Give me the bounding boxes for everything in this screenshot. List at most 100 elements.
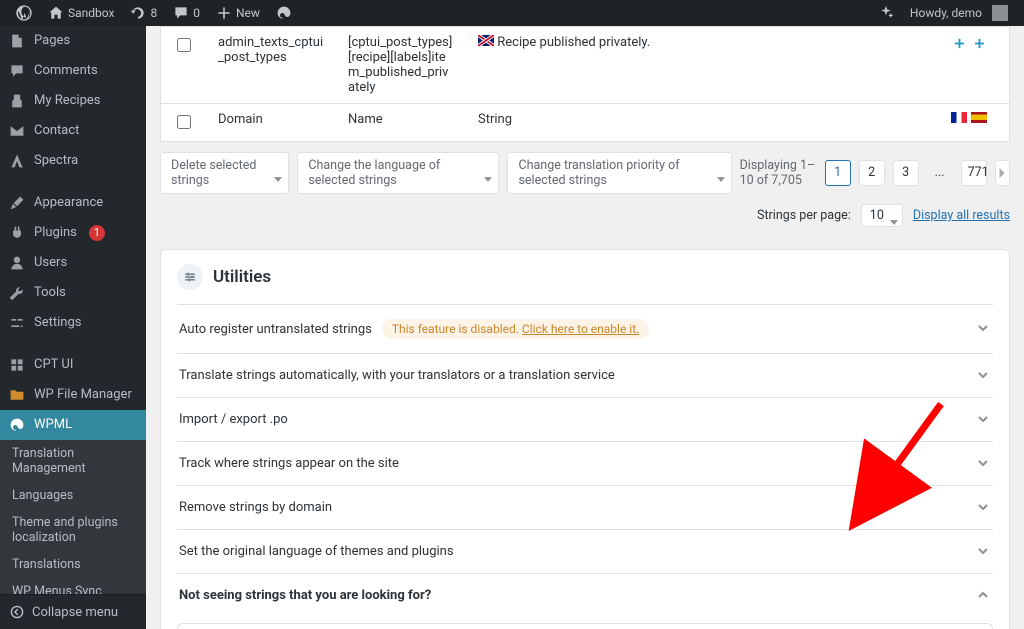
sidebar-item-appearance[interactable]: Appearance xyxy=(0,188,146,218)
plus-icon xyxy=(216,5,232,21)
brush-icon xyxy=(8,194,26,212)
new-link[interactable]: New xyxy=(208,0,268,26)
admin-toolbar: Sandbox 8 0 New Howdy, demo xyxy=(0,0,1024,26)
sidebar-label: Plugins xyxy=(34,224,77,242)
sidebar-item-comments[interactable]: Comments xyxy=(0,56,146,86)
bulk-lang-select[interactable]: Change the language of selected strings xyxy=(297,152,499,194)
sidebar-item-tools[interactable]: Tools xyxy=(0,278,146,308)
utility-row[interactable]: Translate strings automatically, with yo… xyxy=(177,354,993,398)
pill-pre: This feature is disabled. xyxy=(392,322,519,336)
wpml-sub-item[interactable]: Translation Management xyxy=(0,440,146,482)
updates-link[interactable]: 8 xyxy=(122,0,165,26)
sidebar-item-settings[interactable]: Settings xyxy=(0,308,146,338)
page-last-button[interactable]: 771 xyxy=(961,160,987,186)
sidebar-item-plugins[interactable]: Plugins 1 xyxy=(0,218,146,248)
page-2-button[interactable]: 2 xyxy=(859,160,885,186)
sliders-icon xyxy=(8,314,26,332)
utility-label: Remove strings by domain xyxy=(179,500,332,515)
utility-row[interactable]: Track where strings appear on the site xyxy=(177,442,993,486)
th-domain: Domain xyxy=(206,104,336,142)
wpml-menu-icon xyxy=(8,416,26,434)
utility-label: Import / export .po xyxy=(179,412,288,427)
comments-link[interactable]: 0 xyxy=(165,0,208,26)
caret-icon xyxy=(717,171,725,176)
site-link[interactable]: Sandbox xyxy=(40,0,122,26)
sidebar-item-cptui[interactable]: CPT UI xyxy=(0,350,146,380)
bulk-delete-select[interactable]: Delete selected strings xyxy=(160,152,289,194)
flag-es-icon xyxy=(971,112,987,123)
bulk-a-label: Delete selected strings xyxy=(171,158,266,188)
bulk-b-label: Change the language of selected strings xyxy=(308,158,476,188)
spectra-icon xyxy=(8,152,26,170)
utilities-panel: Utilities Auto register untranslated str… xyxy=(160,249,1010,629)
sidebar-item-users[interactable]: Users xyxy=(0,248,146,278)
chevron-down-icon xyxy=(977,322,991,336)
wpml-sub-item[interactable]: Theme and plugins localization xyxy=(0,509,146,551)
table-footer-row: Domain Name String xyxy=(161,104,1009,142)
collapse-menu[interactable]: Collapse menu xyxy=(0,594,146,629)
per-page-row: Strings per page: 10 Display all results xyxy=(160,204,1010,227)
sidebar-label: CPT UI xyxy=(34,356,73,374)
add-translation-icon[interactable] xyxy=(951,35,967,51)
sidebar-label: Pages xyxy=(34,32,70,50)
spp-select[interactable]: 10 xyxy=(861,204,903,227)
pill-link[interactable]: Click here to enable it. xyxy=(522,322,639,336)
chevron-down-icon xyxy=(977,457,991,471)
utility-label: Not seeing strings that you are looking … xyxy=(179,588,431,603)
plugins-badge: 1 xyxy=(89,225,105,241)
comments-count: 0 xyxy=(193,6,200,20)
display-all-link[interactable]: Display all results xyxy=(913,208,1010,223)
sidebar-item-pages[interactable]: Pages xyxy=(0,26,146,56)
utility-row[interactable]: Auto register untranslated stringsThis f… xyxy=(177,305,993,354)
sidebar-label: Spectra xyxy=(34,152,78,170)
select-all-checkbox[interactable] xyxy=(177,115,191,129)
utility-row[interactable]: Remove strings by domain xyxy=(177,486,993,530)
utilities-title: Utilities xyxy=(213,267,271,287)
sidebar-label: Appearance xyxy=(34,194,103,212)
page-3-button[interactable]: 3 xyxy=(893,160,919,186)
new-label: New xyxy=(236,6,260,20)
strings-table: admin_texts_cptui_post_types [cptui_post… xyxy=(160,26,1010,142)
account-link[interactable]: Howdy, demo xyxy=(902,0,1016,26)
utility-row[interactable]: Import / export .po xyxy=(177,398,993,442)
th-name: Name xyxy=(336,104,466,142)
wpml-sub-item[interactable]: Languages xyxy=(0,482,146,509)
utility-row[interactable]: Set the original language of themes and … xyxy=(177,530,993,574)
chevron-down-icon xyxy=(977,413,991,427)
add-translation-icon[interactable] xyxy=(971,35,987,51)
wpml-sub-item[interactable]: Translations xyxy=(0,551,146,578)
collapse-label: Collapse menu xyxy=(32,605,118,620)
spp-value: 10 xyxy=(870,208,884,223)
sidebar-item-recipes[interactable]: My Recipes xyxy=(0,86,146,116)
utility-row-body: You can add to the String Translations t… xyxy=(177,623,993,629)
pager-text: Displaying 1–10 of 7,705 xyxy=(740,158,817,188)
sidebar-item-contact[interactable]: Contact xyxy=(0,116,146,146)
chevron-down-icon xyxy=(977,545,991,559)
ai-link[interactable] xyxy=(870,0,902,26)
sidebar-item-wpfm[interactable]: WP File Manager xyxy=(0,380,146,410)
sidebar-item-wpml[interactable]: WPML xyxy=(0,410,146,440)
row-checkbox[interactable] xyxy=(177,38,191,52)
plug-icon xyxy=(8,224,26,242)
utility-label: Set the original language of themes and … xyxy=(179,544,454,559)
page-next-button[interactable] xyxy=(995,160,1010,186)
sidebar-item-spectra[interactable]: Spectra xyxy=(0,146,146,176)
wordpress-icon xyxy=(16,5,32,21)
sidebar-label: WPML xyxy=(34,416,72,434)
wpml-submenu: Translation ManagementLanguagesTheme and… xyxy=(0,440,146,594)
bulk-c-label: Change translation priority of selected … xyxy=(518,158,708,188)
cell-domain: admin_texts_cptui_post_types xyxy=(206,27,336,104)
page-1-button[interactable]: 1 xyxy=(825,160,851,186)
pagination: Displaying 1–10 of 7,705 1 2 3 ... 771 xyxy=(740,158,1010,188)
wpml-icon xyxy=(276,5,292,21)
wp-logo[interactable] xyxy=(8,0,40,26)
caret-icon xyxy=(890,214,898,219)
wpml-sub-item[interactable]: WP Menus Sync xyxy=(0,578,146,594)
bulk-priority-select[interactable]: Change translation priority of selected … xyxy=(507,152,731,194)
cell-string: Recipe published privately. xyxy=(466,27,929,104)
utility-row[interactable]: Not seeing strings that you are looking … xyxy=(177,574,993,617)
wpml-toolbar-link[interactable] xyxy=(268,0,300,26)
chevron-down-icon xyxy=(977,501,991,515)
sidebar-label: Users xyxy=(34,254,67,272)
feature-disabled-pill[interactable]: This feature is disabled. Click here to … xyxy=(382,319,649,339)
